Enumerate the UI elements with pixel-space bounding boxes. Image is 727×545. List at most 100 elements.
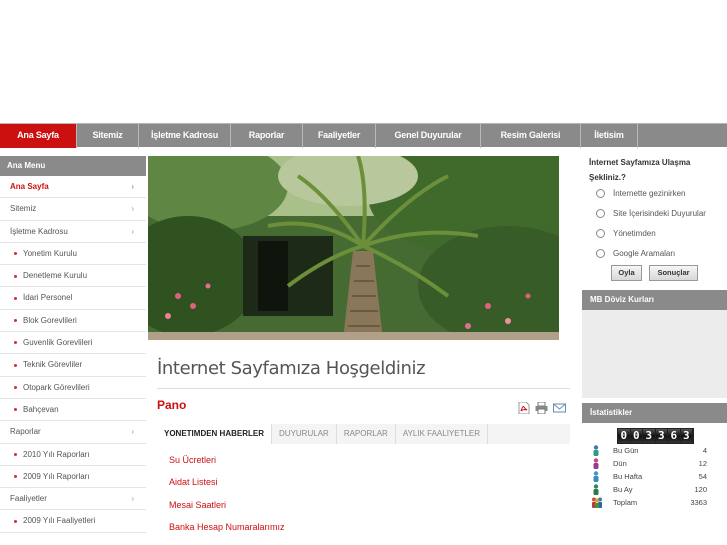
menu-item-label: Bahçevan (23, 404, 59, 414)
chevron-right-icon: › (131, 226, 134, 236)
counter-digit: 3 (655, 429, 667, 443)
menu-item-label: Blok Gorevlileri (23, 315, 77, 325)
bullet-icon (14, 408, 17, 412)
menu-item-label: Otopark Görevlileri (23, 382, 90, 392)
print-icon[interactable] (535, 401, 548, 415)
news-link[interactable]: Su Ücretleri (169, 455, 285, 477)
menu-subitem-guvenlik-gorevlileri[interactable]: Guvenlik Gorevlileri (0, 332, 146, 355)
menu-subitem-denetleme-kurulu[interactable]: Denetleme Kurulu (0, 265, 146, 288)
visitor-counter: 0 0 3 3 6 3 (617, 428, 694, 444)
bullet-icon (14, 296, 17, 300)
news-list: Su Ücretleri Aidat Listesi Mesai Saatler… (169, 455, 285, 544)
nav-raporlar[interactable]: Raporlar (231, 124, 303, 148)
menu-subitem-otopark-gorevlileri[interactable]: Otopark Görevlileri (0, 377, 146, 399)
menu-item-label: Faaliyetler (10, 494, 47, 504)
pano-tools (517, 401, 566, 415)
nav-isletme-kadrosu[interactable]: İşletme Kadrosu (139, 124, 231, 148)
nav-sitemiz[interactable]: Sitemiz (77, 124, 139, 148)
bullet-icon (14, 252, 17, 256)
menu-item-label: Yonetim Kurulu (23, 248, 77, 258)
menu-item-label: Teknik Görevliler (23, 360, 83, 370)
counter-digit: 0 (630, 429, 642, 443)
menu-subitem-2010-raporlari[interactable]: 2010 Yılı Raporları (0, 444, 146, 466)
bullet-icon (14, 341, 17, 345)
stat-label: Bu Hafta (613, 472, 643, 481)
stat-value: 3363 (690, 498, 707, 507)
email-icon[interactable] (553, 402, 566, 414)
radio-button[interactable] (596, 189, 605, 198)
nav-genel-duyurular[interactable]: Genel Duyurular (376, 124, 481, 148)
stat-value: 4 (702, 446, 707, 455)
menu-item-label: Sitemiz (10, 204, 37, 214)
counter-digit: 3 (680, 429, 692, 443)
nav-iletisim[interactable]: İletisim (581, 124, 638, 148)
vote-button[interactable]: Oyla (611, 265, 642, 281)
stat-value: 12 (698, 459, 707, 468)
menu-item-faaliyetler[interactable]: Faaliyetler › (0, 488, 146, 511)
chevron-right-icon: › (131, 204, 134, 214)
news-link[interactable]: Mesai Saatleri (169, 500, 285, 522)
news-link[interactable]: Aidat Listesi (169, 477, 285, 499)
stat-label: Bu Ay (613, 485, 633, 494)
poll-option[interactable]: Site İçerisindeki Duyurular (596, 209, 706, 218)
bullet-icon (14, 319, 17, 323)
news-link[interactable]: Banka Hesap Numaralarımız (169, 522, 285, 544)
tab-yonetimden-haberler[interactable]: YONETIMDEN HABERLER (157, 424, 273, 444)
menu-item-raporlar[interactable]: Raporlar › (0, 421, 146, 444)
menu-item-label: Denetleme Kurulu (23, 271, 88, 281)
person-icon (591, 445, 601, 456)
bullet-icon (14, 475, 17, 479)
menu-subitem-2009-raporlari[interactable]: 2009 Yılı Raporları (0, 466, 146, 489)
nav-ana-sayfa[interactable]: Ana Sayfa (0, 124, 77, 148)
tab-aylik-faaliyetler[interactable]: AYLIK FAALIYETLER (396, 424, 489, 444)
stat-label: Toplam (613, 498, 638, 507)
menu-item-isletme-kadrosu[interactable]: İşletme Kadrosu › (0, 221, 146, 243)
poll-option[interactable]: İnternette gezinirken (596, 189, 686, 198)
menu-subitem-yonetim-kurulu[interactable]: Yonetim Kurulu (0, 243, 146, 266)
menu-subitem-2009-faaliyetleri[interactable]: 2009 Yılı Faaliyetleri (0, 510, 146, 533)
poll-option-label: İnternette gezinirken (613, 189, 686, 198)
radio-button[interactable] (596, 249, 605, 258)
bullet-icon (14, 274, 17, 278)
tab-raporlar[interactable]: RAPORLAR (337, 424, 396, 444)
person-icon (591, 471, 601, 482)
pdf-icon[interactable] (517, 401, 530, 415)
stat-label: Dün (613, 459, 627, 468)
menu-item-sitemiz[interactable]: Sitemiz › (0, 198, 146, 221)
person-icon (591, 458, 601, 469)
radio-button[interactable] (596, 229, 605, 238)
results-button[interactable]: Sonuçlar (649, 265, 698, 281)
menu-item-label: İdari Personel (23, 293, 73, 303)
menu-item-label: İşletme Kadrosu (10, 226, 68, 236)
left-menu: Ana Menu Ana Sayfa › Sitemiz › İşletme Kad… (0, 156, 146, 533)
counter-digit: 6 (668, 429, 680, 443)
radio-button[interactable] (596, 209, 605, 218)
bullet-icon (14, 519, 17, 523)
menu-subitem-idari-personel[interactable]: İdari Personel (0, 287, 146, 310)
menu-item-label: 2010 Yılı Raporları (23, 449, 90, 459)
counter-digit: 3 (643, 429, 655, 443)
poll-option-label: Yönetimden (613, 229, 656, 238)
top-navigation: Ana Sayfa Sitemiz İşletme Kadrosu Raporl… (0, 123, 727, 148)
bullet-icon (14, 363, 17, 367)
stats-heading: İstatistikler (582, 403, 727, 423)
banner-image (148, 156, 559, 340)
nav-faaliyetler[interactable]: Faaliyetler (303, 124, 376, 148)
poll-option-label: Site İçerisindeki Duyurular (613, 209, 706, 218)
menu-subitem-blok-gorevlileri[interactable]: Blok Gorevlileri (0, 310, 146, 333)
menu-subitem-teknik-gorevliler[interactable]: Teknik Görevliler (0, 354, 146, 377)
menu-subitem-bahcevan[interactable]: Bahçevan (0, 399, 146, 422)
poll-option[interactable]: Google Aramaları (596, 249, 675, 258)
nav-resim-galerisi[interactable]: Resim Galerisi (481, 124, 581, 148)
stat-value: 54 (698, 472, 707, 481)
bullet-icon (14, 452, 17, 456)
menu-item-label: 2009 Yılı Raporları (23, 471, 90, 481)
tab-duyurular[interactable]: DUYURULAR (272, 424, 337, 444)
stat-label: Bu Gün (613, 446, 639, 455)
stat-row-total: Toplam 3363 (591, 496, 707, 509)
pano-heading: Pano (157, 398, 187, 412)
menu-item-label: Raporlar (10, 427, 41, 437)
chevron-right-icon: › (131, 182, 134, 191)
menu-item-ana-sayfa[interactable]: Ana Sayfa › (0, 176, 146, 199)
poll-option[interactable]: Yönetimden (596, 229, 656, 238)
